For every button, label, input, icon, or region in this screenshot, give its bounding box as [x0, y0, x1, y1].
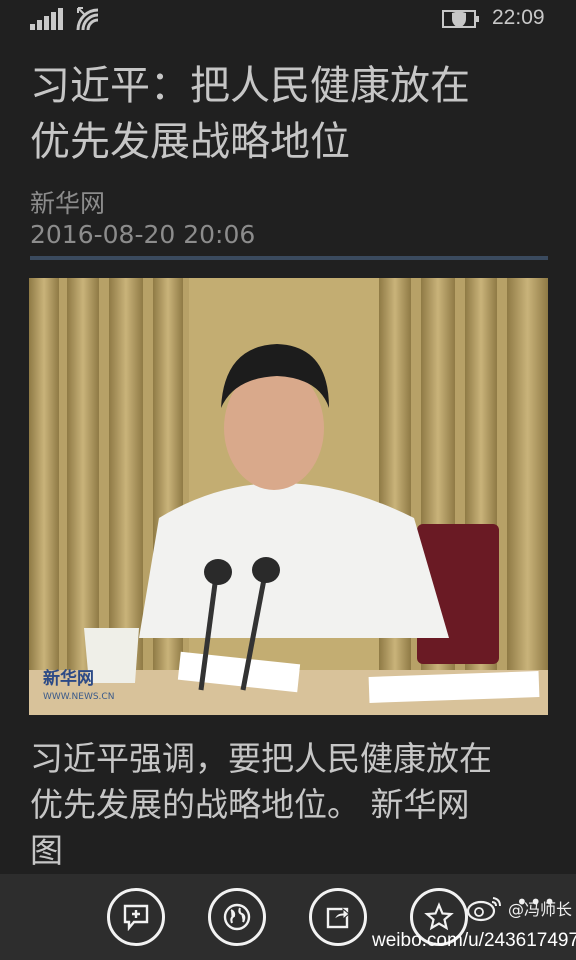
clock: 22:09 [492, 6, 545, 29]
photo-watermark: 新华网 [43, 669, 94, 689]
add-comment-button[interactable] [107, 888, 165, 946]
open-in-browser-button[interactable] [208, 888, 266, 946]
article-source: 新华网 [30, 189, 106, 218]
article-title: 习近平：把人民健康放在 优先发展战略地位 [30, 58, 550, 170]
article-caption: 习近平强调，要把人民健康放在 优先发展的战略地位。 新华网 图 [30, 736, 550, 874]
wifi-icon [76, 7, 99, 31]
article-photo[interactable]: 新华网 WWW.NEWS.CN [29, 278, 548, 715]
article-date: 2016-08-20 20:06 [30, 220, 256, 249]
status-bar: 22:09 [0, 0, 576, 44]
globe-icon [223, 903, 251, 931]
caption-line: 习近平强调，要把人民健康放在 [30, 739, 492, 778]
article-title-line: 优先发展战略地位 [30, 119, 350, 165]
share-button[interactable] [309, 888, 367, 946]
caption-line: 图 [30, 831, 63, 870]
weibo-logo-icon [466, 897, 501, 922]
signal-strength-icon [30, 8, 66, 30]
share-icon [326, 907, 350, 929]
battery-saver-icon [442, 10, 479, 28]
add-comment-icon [123, 904, 149, 931]
app-bar: ••• @冯师长 weibo.com/u/2436174970 [0, 874, 576, 960]
star-icon [424, 902, 454, 931]
photo-watermark-url: WWW.NEWS.CN [43, 692, 115, 702]
divider [30, 256, 548, 260]
article-title-line: 习近平：把人民健康放在 [30, 63, 470, 109]
caption-line: 优先发展的战略地位。 新华网 [30, 785, 470, 824]
weibo-username: @冯师长 [508, 900, 573, 919]
photo-illustration [29, 278, 548, 715]
weibo-url: weibo.com/u/2436174970 [372, 930, 576, 951]
